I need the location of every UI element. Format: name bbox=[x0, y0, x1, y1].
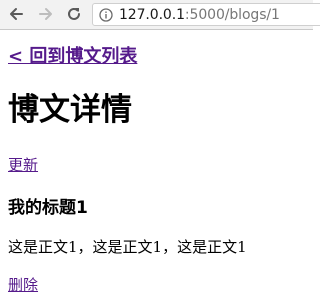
url-text[interactable]: 127.0.0.1:5000/blogs/1 bbox=[119, 7, 280, 23]
update-link[interactable]: 更新 bbox=[8, 154, 38, 175]
blog-title: 我的标题1 bbox=[8, 198, 88, 218]
arrow-left-icon bbox=[10, 8, 23, 20]
forward-button[interactable] bbox=[36, 4, 56, 24]
address-bar[interactable]: 127.0.0.1:5000/blogs/1 bbox=[92, 3, 320, 26]
page-title: 博文详情 bbox=[8, 92, 132, 128]
info-icon[interactable] bbox=[99, 7, 113, 22]
delete-link[interactable]: 删除 bbox=[8, 274, 38, 295]
blog-body: 这是正文1，这是正文1，这是正文1 bbox=[8, 238, 247, 256]
url-path: :5000/blogs/1 bbox=[184, 6, 280, 23]
url-host: 127.0.0.1 bbox=[119, 6, 185, 23]
reload-button[interactable] bbox=[64, 4, 84, 24]
back-button[interactable] bbox=[6, 4, 26, 24]
browser-toolbar: 127.0.0.1:5000/blogs/1 bbox=[0, 0, 320, 30]
arrow-right-icon bbox=[39, 8, 52, 20]
reload-icon bbox=[68, 7, 80, 20]
back-to-list-link[interactable]: < 回到博文列表 bbox=[8, 42, 137, 68]
